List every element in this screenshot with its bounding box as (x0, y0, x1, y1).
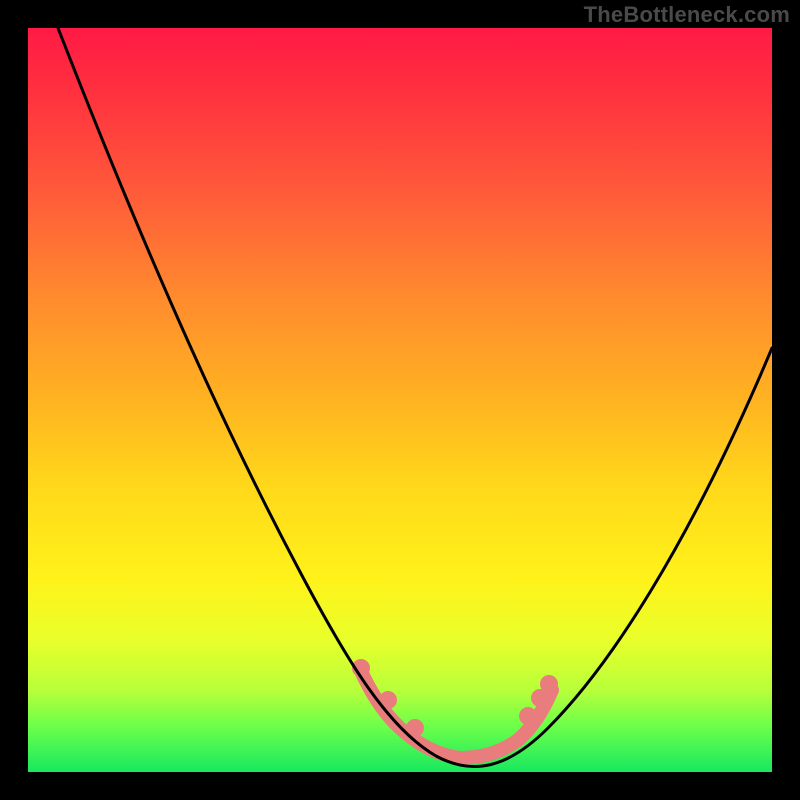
bottleneck-curve (58, 28, 772, 767)
curve-svg (28, 28, 772, 772)
plot-area (28, 28, 772, 772)
marker-dot (540, 675, 558, 693)
chart-frame: TheBottleneck.com (0, 0, 800, 800)
marker-dot (519, 707, 537, 725)
watermark-text: TheBottleneck.com (584, 2, 790, 28)
